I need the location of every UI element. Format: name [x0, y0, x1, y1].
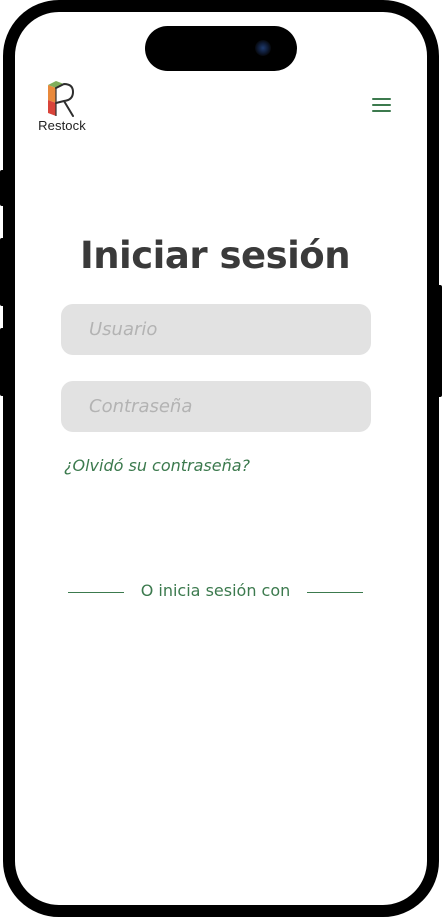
restock-logo-icon: [48, 81, 74, 117]
password-field[interactable]: [61, 381, 371, 432]
logo-text: Restock: [38, 118, 86, 133]
forgot-password-link[interactable]: ¿Olvidó su contraseña?: [64, 456, 250, 475]
page-title: Iniciar sesión: [79, 234, 351, 277]
divider-line-right: [307, 592, 363, 593]
divider-line-left: [68, 592, 124, 593]
dynamic-island: [145, 26, 297, 71]
app-logo[interactable]: Restock: [36, 79, 92, 135]
hamburger-menu-icon[interactable]: [368, 94, 396, 116]
page: Restock Iniciar sesión ¿Olvidó su contra…: [0, 0, 442, 919]
camera-icon: [255, 40, 271, 56]
social-login-divider-text: O inicia sesión con: [140, 581, 291, 600]
username-field[interactable]: [61, 304, 371, 355]
